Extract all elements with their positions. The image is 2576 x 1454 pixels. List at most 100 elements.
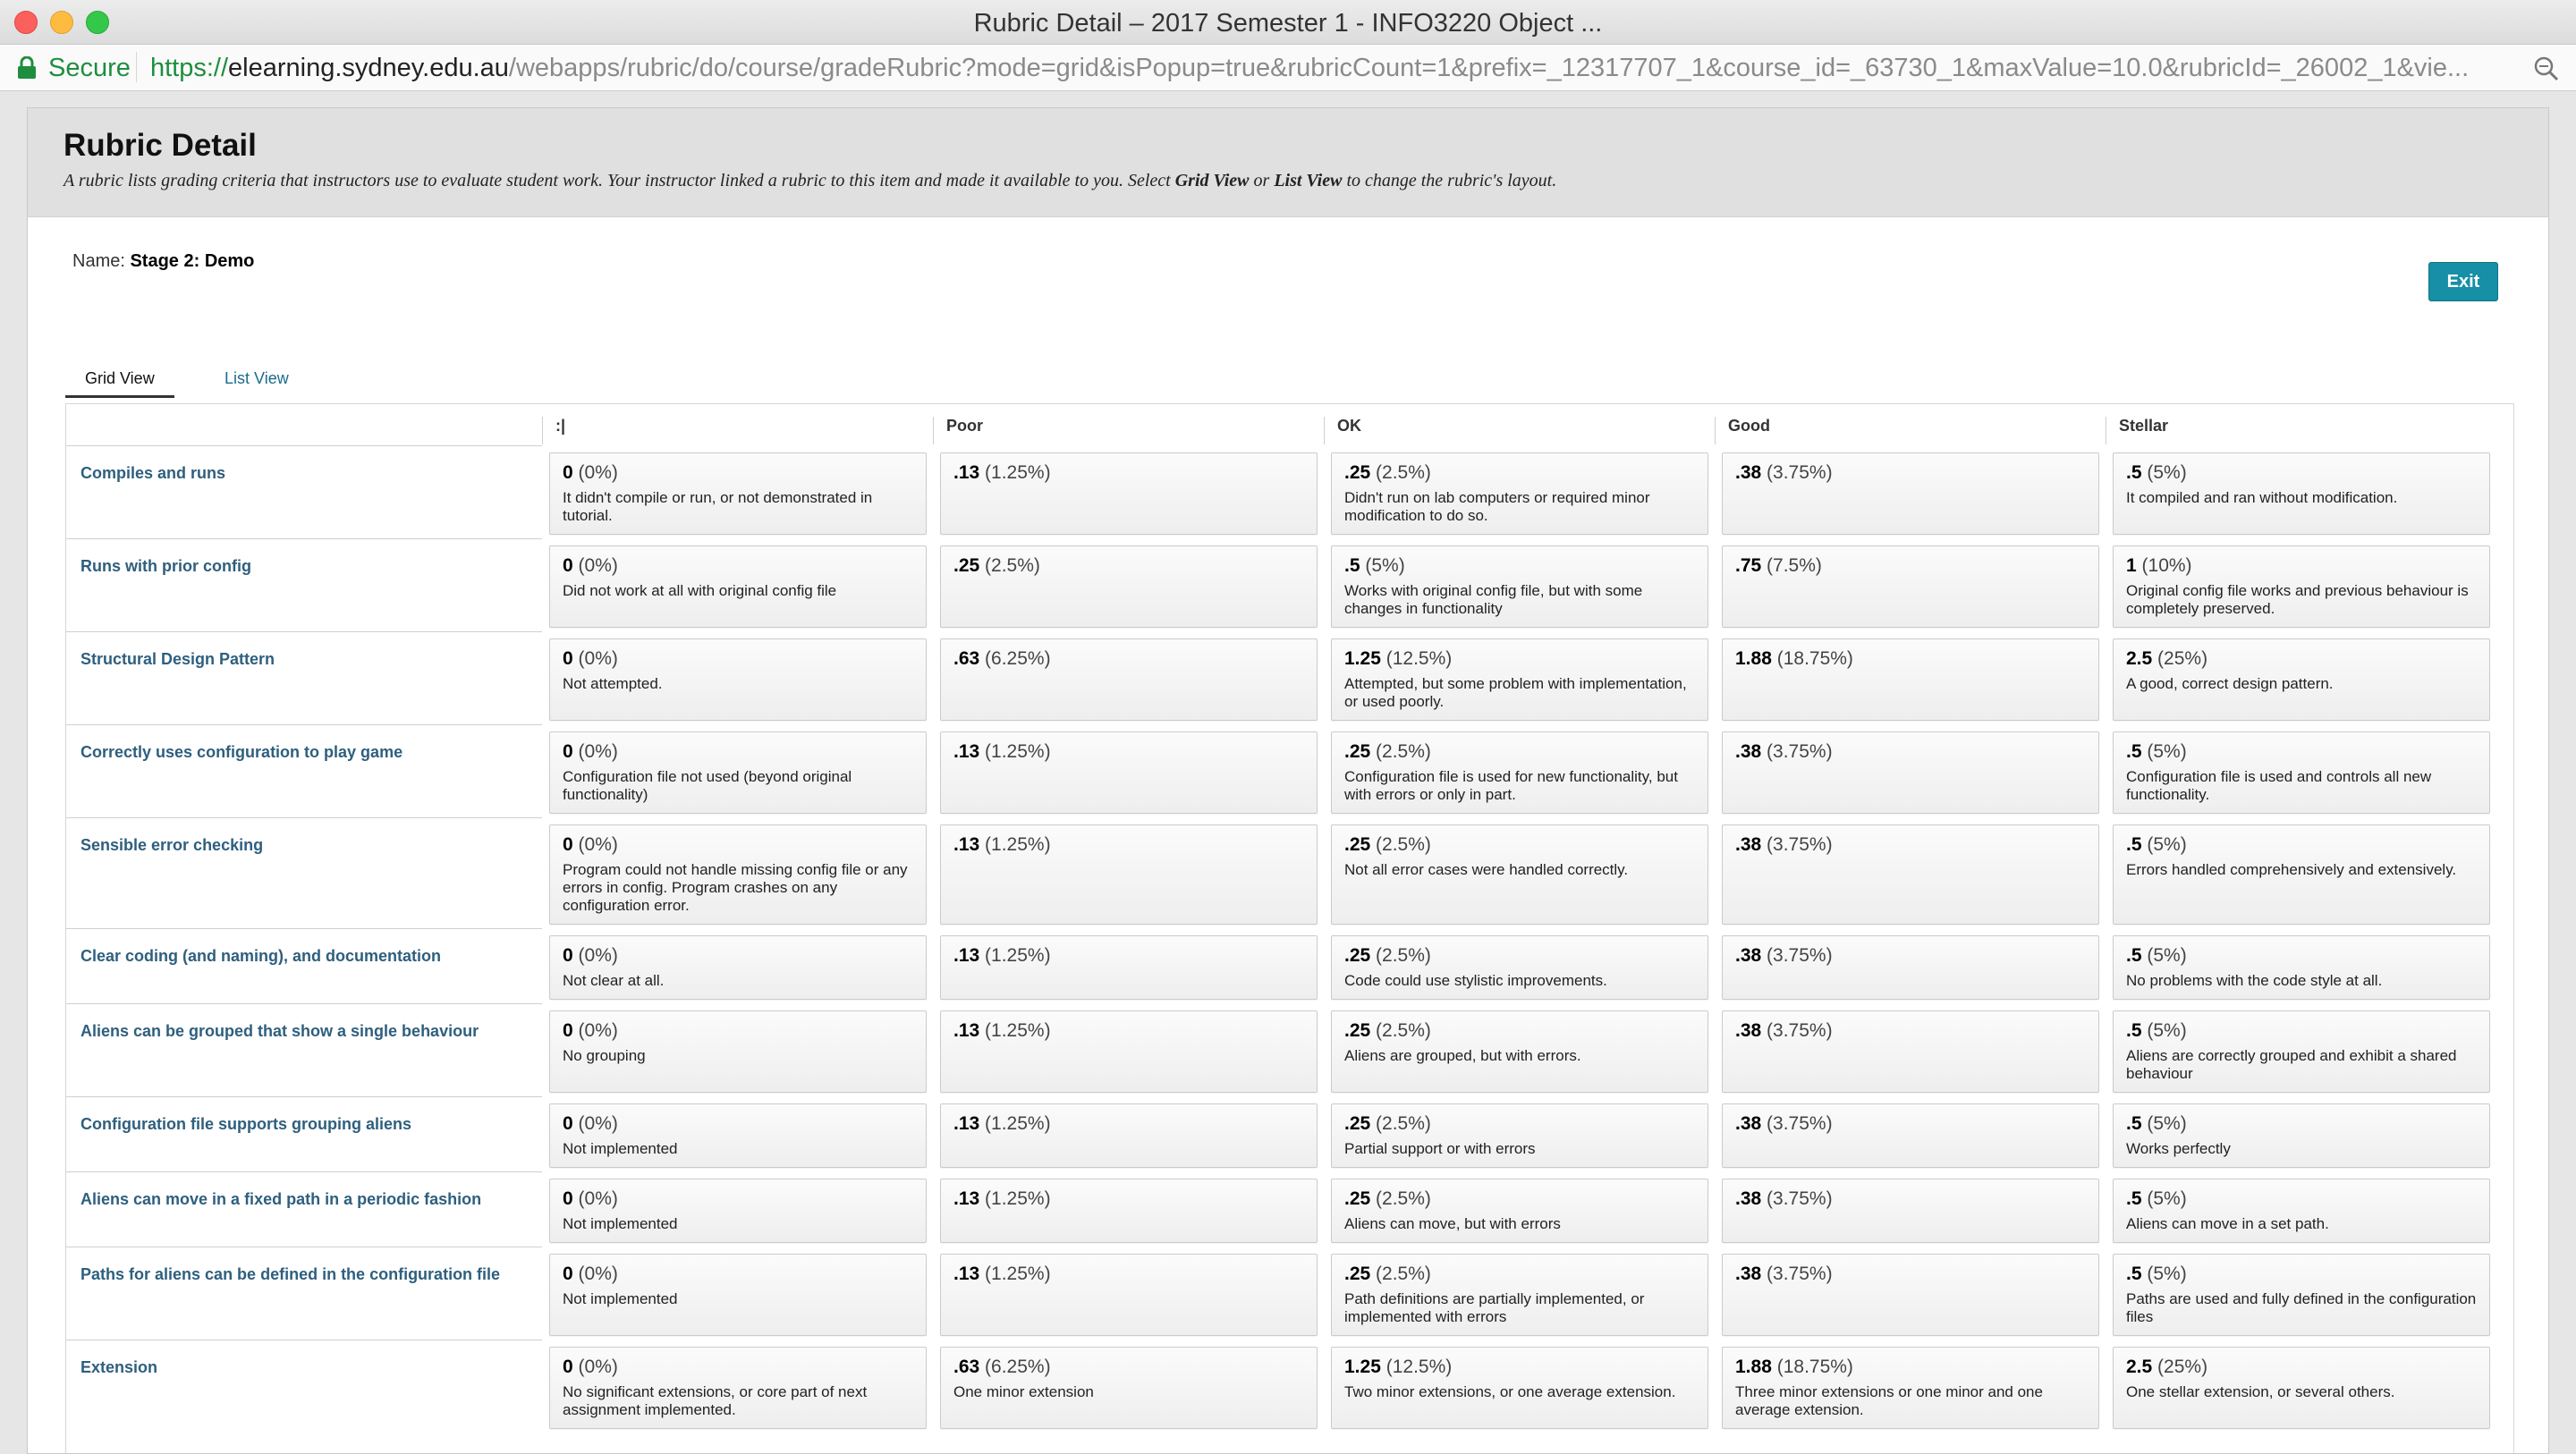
cell-points-line: .5 (5%): [2126, 741, 2477, 763]
rubric-cell: .25 (2.5%) Path definitions are partially…: [1331, 1254, 1708, 1336]
cell-percent: (5%): [2147, 945, 2187, 966]
cell-points: .75: [1735, 555, 1762, 576]
cell-points: .5: [2126, 1020, 2142, 1041]
criterion-label: Aliens can move in a fixed path in a per…: [66, 1171, 542, 1247]
rubric-cell: .63 (6.25%) One minor extension: [940, 1347, 1318, 1429]
address-bar[interactable]: Secure https://elearning.sydney.edu.au/w…: [0, 45, 2576, 91]
rubric-cell: 0 (0%) No significant extensions, or core…: [549, 1347, 927, 1429]
cell-percent: (6.25%): [985, 648, 1051, 669]
cell-description: Aliens can move in a set path.: [2126, 1215, 2329, 1232]
page-title: Rubric Detail: [64, 128, 257, 163]
cell-percent: (2.5%): [985, 555, 1040, 576]
cell-points: 0: [563, 1264, 573, 1284]
cell-points-line: 0 (0%): [563, 1357, 913, 1378]
cell-points: .13: [953, 1264, 980, 1284]
level-header: Stellar: [2106, 417, 2497, 444]
rubric-cell: .25 (2.5%): [940, 545, 1318, 628]
cell-points-line: .13 (1.25%): [953, 1113, 1304, 1135]
cell-description: Partial support or with errors: [1344, 1140, 1536, 1157]
cell-percent: (2.5%): [1376, 1264, 1431, 1284]
rubric-grid: :| Poor OK Good Stellar Compiles and runs 0 (0…: [65, 403, 2514, 1453]
cell-points: .25: [1344, 1020, 1371, 1041]
desc-part-1: A rubric lists grading criteria that ins…: [64, 171, 1175, 190]
cell-points: .5: [2126, 1113, 2142, 1134]
cell-description: Aliens can move, but with errors: [1344, 1215, 1561, 1232]
cell-points: 0: [563, 648, 573, 669]
cell-points: .63: [953, 1357, 980, 1377]
cell-points-line: .38 (3.75%): [1735, 1113, 2086, 1135]
rubric-cell: .63 (6.25%): [940, 638, 1318, 721]
rubric-cell: .25 (2.5%) Aliens can move, but with erro…: [1331, 1179, 1708, 1243]
cell-percent: (1.25%): [985, 741, 1051, 762]
cell-description: Two minor extensions, or one average ext…: [1344, 1383, 1676, 1400]
cell-percent: (2.5%): [1376, 1020, 1431, 1041]
cell-points-line: .5 (5%): [2126, 1188, 2477, 1210]
cell-points: .5: [2126, 1188, 2142, 1209]
cell-percent: (3.75%): [1767, 1188, 1833, 1209]
cell-description: Configuration file is used for new funct…: [1344, 768, 1678, 803]
cell-description: One minor extension: [953, 1383, 1094, 1400]
cell-percent: (18.75%): [1776, 648, 1853, 669]
rubric-cell: .5 (5%) Aliens are correctly grouped and …: [2113, 1010, 2490, 1093]
rubric-cell: .25 (2.5%) Code could use stylistic impro…: [1331, 935, 1708, 1000]
page-description: A rubric lists grading criteria that ins…: [64, 171, 1556, 191]
rubric-cell: .13 (1.25%): [940, 1179, 1318, 1243]
criterion-label: Paths for aliens can be defined in the c…: [66, 1247, 542, 1340]
cell-percent: (5%): [2147, 462, 2187, 483]
cell-points: 0: [563, 741, 573, 762]
cell-points-line: 1.88 (18.75%): [1735, 1357, 2086, 1378]
cell-points: 1.88: [1735, 648, 1772, 669]
rubric-cell: .5 (5%) It compiled and ran without modif…: [2113, 452, 2490, 535]
rubric-name: Name: Stage 2: Demo: [72, 251, 254, 272]
cell-points-line: .13 (1.25%): [953, 1264, 1304, 1285]
cell-description: Configuration file is used and controls …: [2126, 768, 2432, 803]
cell-points: 0: [563, 1020, 573, 1041]
rubric-cell: .38 (3.75%): [1722, 731, 2099, 814]
rubric-cell: 1.88 (18.75%) Three minor extensions or o…: [1722, 1347, 2099, 1429]
cell-description: No significant extensions, or core part …: [563, 1383, 868, 1418]
cell-percent: (3.75%): [1767, 1113, 1833, 1134]
criterion-label: Compiles and runs: [66, 445, 542, 538]
cell-description: No grouping: [563, 1047, 646, 1064]
rubric-cell: 0 (0%) No grouping: [549, 1010, 927, 1093]
cell-percent: (2.5%): [1376, 945, 1431, 966]
cell-points-line: .25 (2.5%): [1344, 834, 1695, 856]
cell-description: No problems with the code style at all.: [2126, 972, 2383, 989]
cell-points-line: 0 (0%): [563, 1113, 913, 1135]
cell-points: .25: [1344, 462, 1371, 483]
cell-description: It didn't compile or run, or not demonst…: [563, 489, 873, 524]
cell-description: Not implemented: [563, 1215, 678, 1232]
cell-percent: (2.5%): [1376, 1113, 1431, 1134]
cell-points-line: .13 (1.25%): [953, 945, 1304, 967]
criterion-label: Clear coding (and naming), and documenta…: [66, 928, 542, 1003]
cell-description: Works perfectly: [2126, 1140, 2231, 1157]
cell-description: Didn't run on lab computers or required …: [1344, 489, 1650, 524]
rubric-cell: 2.5 (25%) One stellar extension, or sever…: [2113, 1347, 2490, 1429]
cell-points-line: .13 (1.25%): [953, 1188, 1304, 1210]
cell-description: One stellar extension, or several others…: [2126, 1383, 2395, 1400]
cell-percent: (3.75%): [1767, 1264, 1833, 1284]
cell-description: Did not work at all with original config…: [563, 582, 837, 599]
cell-percent: (1.25%): [985, 945, 1051, 966]
desc-grid-view: Grid View: [1174, 171, 1250, 190]
cell-points-line: .25 (2.5%): [1344, 1113, 1695, 1135]
cell-description: Errors handled comprehensively and exten…: [2126, 861, 2457, 878]
rubric-cell: 1 (10%) Original config file works and pr…: [2113, 545, 2490, 628]
cell-percent: (5%): [2147, 741, 2187, 762]
cell-points: .13: [953, 945, 980, 966]
rubric-cell: .75 (7.5%): [1722, 545, 2099, 628]
cell-points-line: 1.25 (12.5%): [1344, 1357, 1695, 1378]
cell-percent: (0%): [578, 1113, 618, 1134]
rubric-cell: 0 (0%) Did not work at all with original …: [549, 545, 927, 628]
rubric-cell: 0 (0%) Configuration file not used (beyon…: [549, 731, 927, 814]
cell-points-line: .5 (5%): [2126, 834, 2477, 856]
cell-points: 0: [563, 555, 573, 576]
url-text[interactable]: https://elearning.sydney.edu.au/webapps/…: [150, 54, 2512, 83]
zoom-icon[interactable]: [2533, 55, 2560, 82]
tab-grid-view[interactable]: Grid View: [65, 359, 174, 398]
tab-list-view[interactable]: List View: [205, 359, 309, 398]
exit-button[interactable]: Exit: [2428, 262, 2498, 301]
cell-points-line: .5 (5%): [2126, 1264, 2477, 1285]
cell-points-line: .38 (3.75%): [1735, 462, 2086, 484]
cell-points-line: .63 (6.25%): [953, 1357, 1304, 1378]
